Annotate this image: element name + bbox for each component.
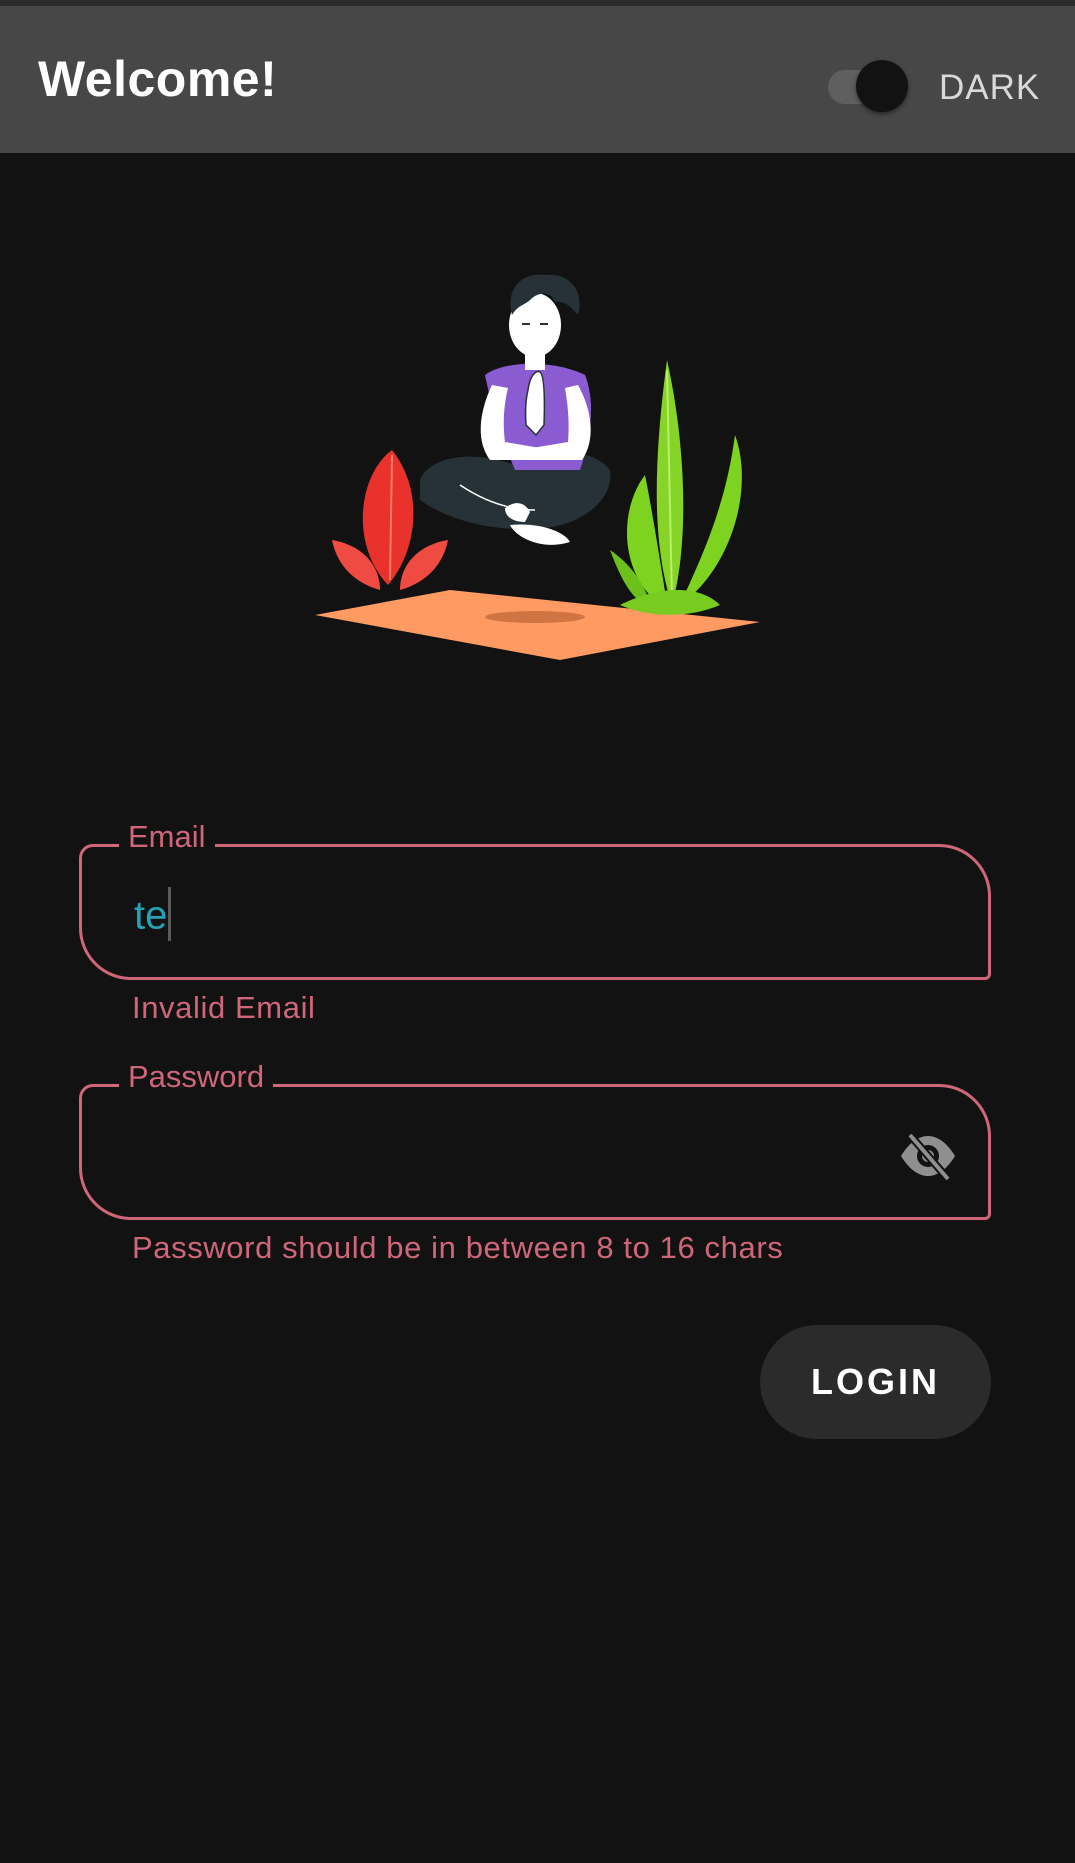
- login-button[interactable]: LOGIN: [760, 1325, 991, 1439]
- app-title: Welcome!: [38, 51, 278, 107]
- email-label: Email: [119, 819, 215, 855]
- dark-mode-switch[interactable]: [826, 58, 910, 112]
- password-field[interactable]: Password: [79, 1059, 991, 1220]
- eye-off-icon[interactable]: [898, 1131, 958, 1182]
- password-label: Password: [119, 1059, 274, 1095]
- email-input[interactable]: te: [134, 887, 172, 945]
- switch-thumb: [856, 60, 908, 112]
- text-caret: [168, 887, 172, 941]
- email-field[interactable]: Email te: [79, 819, 991, 980]
- app-bar: Welcome! DARK: [0, 6, 1075, 153]
- password-error-text: Password should be in between 8 to 16 ch…: [132, 1230, 784, 1265]
- email-input-value: te: [134, 893, 168, 938]
- meditation-illustration: [300, 260, 780, 670]
- theme-label: DARK: [939, 68, 1041, 107]
- email-error-text: Invalid Email: [132, 990, 316, 1025]
